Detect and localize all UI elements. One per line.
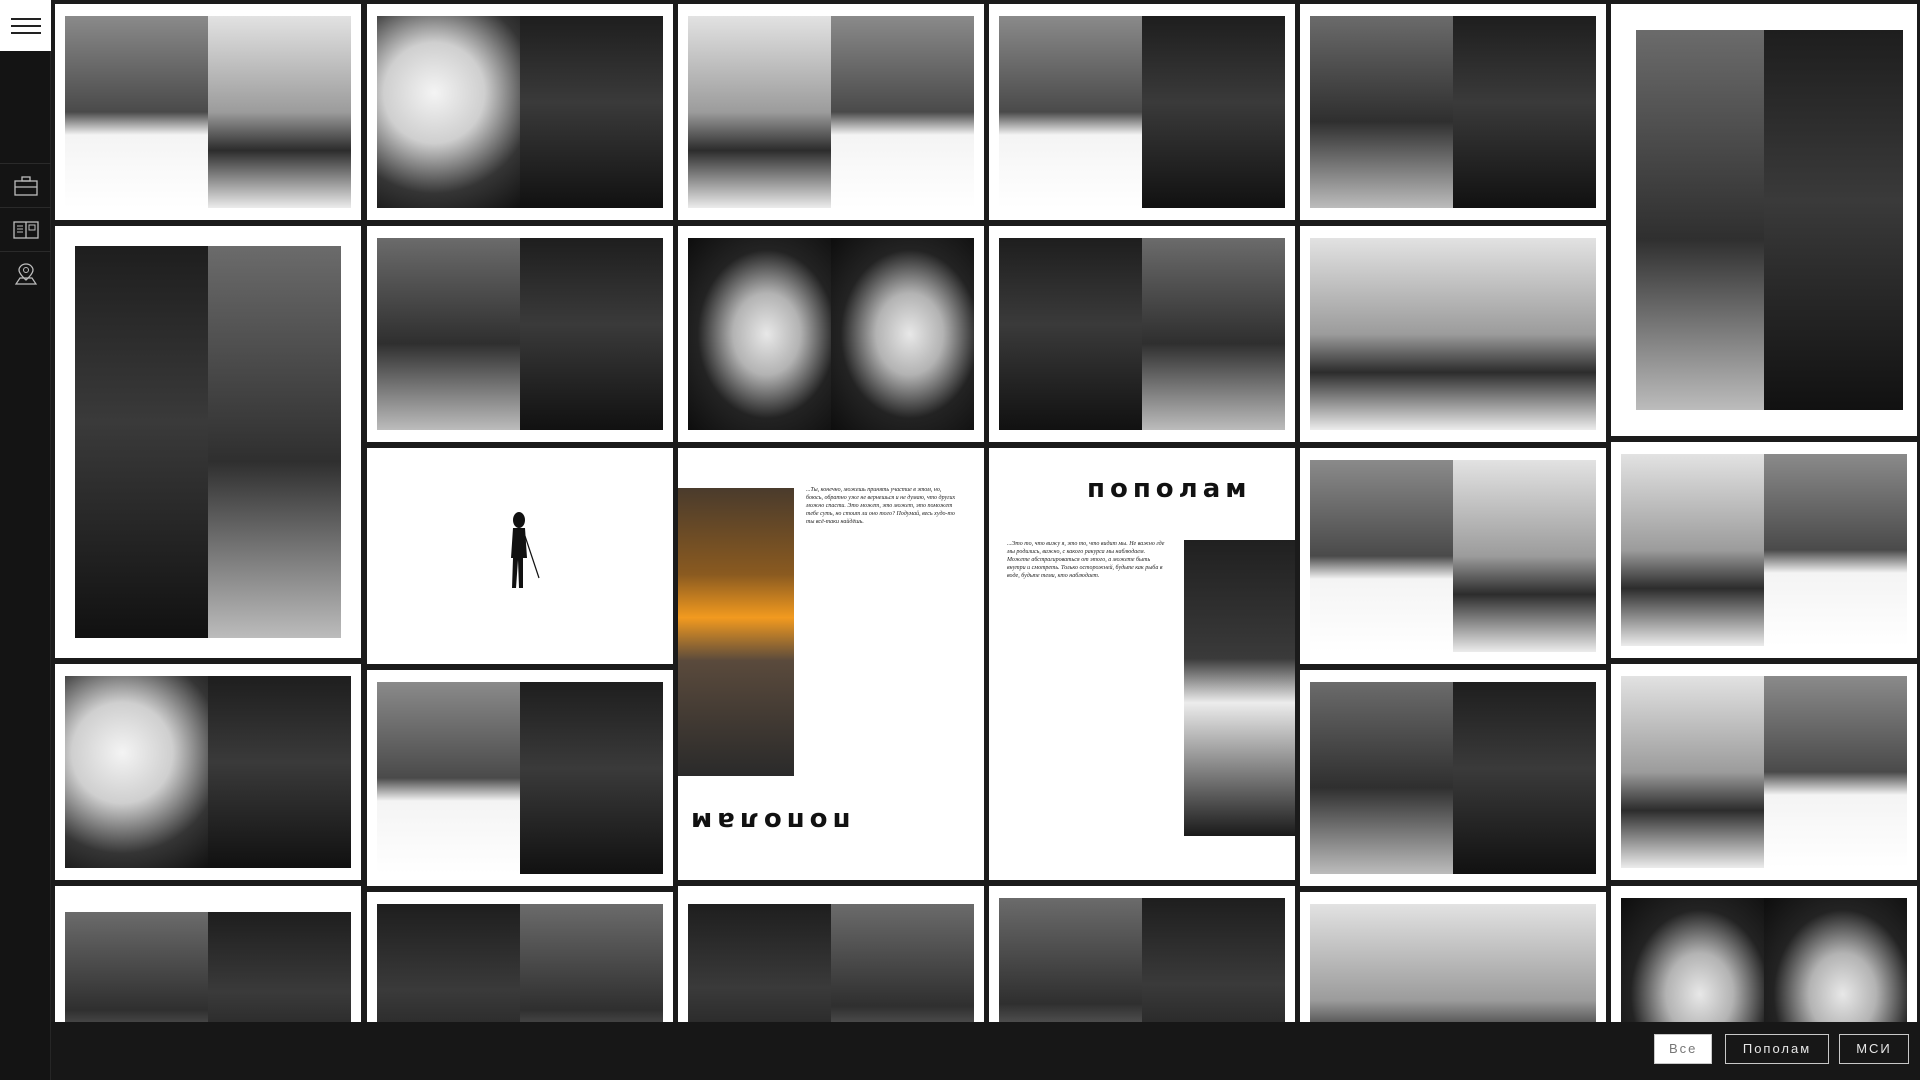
gallery-item-book-spread-right[interactable]: пополам ...Это то, что вижу я, это то, ч…	[989, 448, 1295, 880]
sidebar	[0, 0, 51, 1080]
briefcase-icon[interactable]	[0, 163, 51, 208]
gallery-item-garage-winter[interactable]	[989, 4, 1295, 220]
gallery-item-desk-writer[interactable]	[367, 226, 673, 442]
filter-msi-button[interactable]: МСИ	[1839, 1034, 1909, 1064]
gallery-item-building-small[interactable]	[678, 886, 984, 1022]
newspaper-icon[interactable]	[0, 207, 51, 252]
gallery-item-stairs-underpass[interactable]	[989, 226, 1295, 442]
filter-popolam-button[interactable]: Пополам	[1725, 1034, 1829, 1064]
gallery-item-shop-entrance[interactable]	[367, 892, 673, 1022]
gallery-item-bed-sleeper[interactable]	[55, 664, 361, 880]
filter-bar: Все Пополам МСИ	[51, 1022, 1920, 1080]
gallery-item-football-field-2[interactable]	[1611, 664, 1917, 880]
book-quote-right: ...Это то, что вижу я, это то, что видит…	[1007, 541, 1165, 579]
book-quote-left: ...Ты, конечно, можешь принять участие в…	[806, 487, 956, 525]
gallery-item-shop-winter[interactable]	[55, 4, 361, 220]
gallery-item-book-spread-left[interactable]: ...Ты, конечно, можешь принять участие в…	[678, 448, 984, 880]
gallery-item-garage-drawing[interactable]	[367, 670, 673, 886]
book-title-flipped: пополам	[686, 806, 851, 836]
map-pin-icon[interactable]	[0, 251, 51, 296]
gallery-item-graffiti-akt[interactable]	[1611, 442, 1917, 658]
gallery-grid: ...Ты, конечно, можешь принять участие в…	[51, 0, 1920, 1022]
gallery-item-desk-small[interactable]	[989, 886, 1295, 1022]
gallery-item-chimney-smoke[interactable]	[1611, 4, 1917, 436]
gallery-item-chimney-small[interactable]	[55, 886, 361, 1022]
gallery-item-shop-winter-2[interactable]	[1300, 448, 1606, 664]
gallery-item-football-field[interactable]	[678, 4, 984, 220]
gallery-item-lone-figure[interactable]	[367, 448, 673, 664]
gallery-item-tram-sketch[interactable]	[1300, 4, 1606, 220]
gallery-item-bed-book[interactable]	[367, 4, 673, 220]
gallery-item-tv-screen[interactable]	[678, 226, 984, 442]
filter-all-button[interactable]: Все	[1654, 1034, 1713, 1064]
girl-portrait-image	[1184, 540, 1295, 836]
gallery-item-building-windows[interactable]	[55, 226, 361, 658]
gallery-item-police-post[interactable]	[1300, 226, 1606, 442]
hamburger-menu-icon[interactable]	[0, 0, 51, 51]
gallery-item-police-post-2[interactable]	[1300, 892, 1606, 1022]
gallery-item-tv-small[interactable]	[1611, 886, 1917, 1022]
book-title: пополам	[1087, 474, 1252, 504]
gallery-item-tram-sketch-2[interactable]	[1300, 670, 1606, 886]
burning-portrait-image	[678, 488, 794, 776]
